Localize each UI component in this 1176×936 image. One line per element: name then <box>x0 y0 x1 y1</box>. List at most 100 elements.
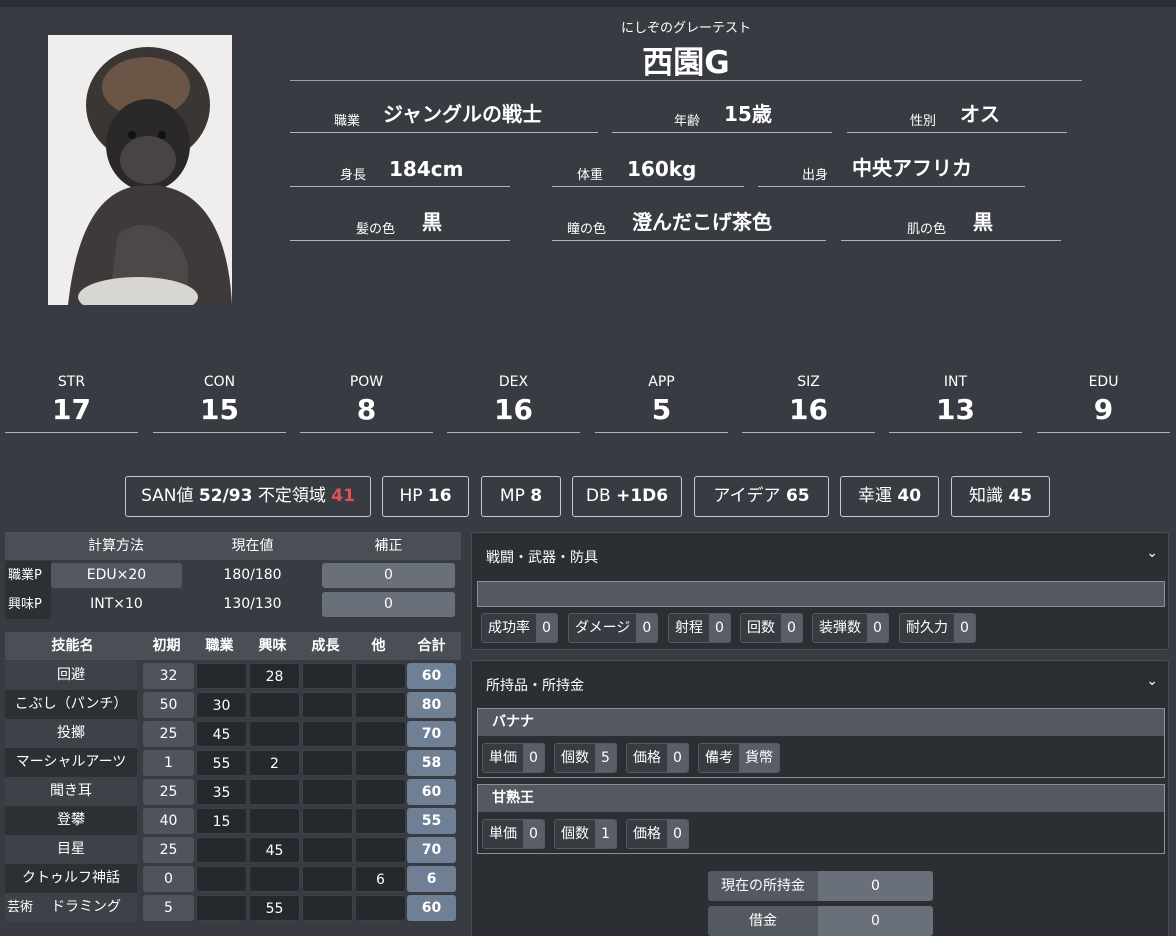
skill-growth-cell[interactable] <box>302 721 353 747</box>
debt: 借金 0 <box>708 906 933 936</box>
stat-siz: SIZ 16 <box>742 372 875 433</box>
chip-value[interactable]: 0 <box>523 744 544 772</box>
skill-row: 投擲 25 45 70 <box>5 719 461 748</box>
mod-input[interactable]: 0 <box>322 592 455 617</box>
chip-key: 耐久力 <box>900 614 954 642</box>
skill-hobby-cell[interactable] <box>249 808 300 834</box>
skill-other-cell[interactable] <box>355 692 406 718</box>
skill-growth-cell[interactable] <box>302 808 353 834</box>
field-eye-color: 瞳の色 澄んだこげ茶色 <box>552 203 826 241</box>
chip-value[interactable]: 0 <box>781 614 802 642</box>
character-portrait <box>48 35 232 305</box>
skill-total-cell: 58 <box>407 750 456 776</box>
skill-job-cell[interactable] <box>196 895 247 921</box>
skill-row: こぶし（パンチ） 50 30 80 <box>5 690 461 719</box>
mod-input[interactable]: 0 <box>322 563 455 588</box>
weapon-name-input[interactable] <box>477 581 1165 607</box>
header-skill-name: 技能名 <box>51 638 94 654</box>
skill-job-cell[interactable]: 30 <box>196 692 247 718</box>
field-value: ジャングルの戦士 <box>383 102 542 126</box>
chevron-down-icon[interactable]: ⌄ <box>1146 545 1158 561</box>
skill-hobby-cell[interactable]: 45 <box>249 837 300 863</box>
skill-hobby-cell[interactable] <box>249 866 300 892</box>
hp-badge: HP 16 <box>382 476 469 517</box>
skill-hobby-cell[interactable]: 28 <box>249 663 300 689</box>
skill-hobby-cell[interactable]: 2 <box>249 750 300 776</box>
skill-init-cell: 5 <box>143 895 194 921</box>
skill-total-cell: 60 <box>407 895 456 921</box>
chevron-down-icon[interactable]: ⌄ <box>1146 673 1158 689</box>
unstable-label: 不定領域 <box>257 486 326 506</box>
skills-header: 技能名 初期 職業 興味 成長 他 合計 <box>5 632 461 660</box>
field-value: 黒 <box>422 210 442 234</box>
chip-value[interactable]: 0 <box>523 820 544 848</box>
skill-other-cell[interactable] <box>355 750 406 776</box>
combat-panel: 戦闘・武器・防具 ⌄ 成功率 0 ダメージ 0 射程 0 回数 0 装弾数 0 耐久力 0 <box>471 532 1169 650</box>
skill-hobby-cell[interactable]: 55 <box>249 895 300 921</box>
skill-name: クトゥルフ神話 <box>5 864 137 893</box>
skill-hobby-cell[interactable] <box>249 692 300 718</box>
item-card: 甘熟王 単価 0 個数 1 価格 0 <box>477 784 1165 854</box>
skill-job-cell[interactable]: 55 <box>196 750 247 776</box>
interest-points-row: 興味P INT×10 130/130 0 <box>5 590 461 619</box>
idea-badge: アイデア 65 <box>694 476 829 517</box>
skill-name: こぶし（パンチ） <box>5 690 137 719</box>
chip-value[interactable]: 貨幣 <box>739 744 779 772</box>
chip-key: 個数 <box>555 820 595 848</box>
money-input[interactable]: 0 <box>818 871 933 901</box>
field-label: 性別 <box>910 114 937 129</box>
skill-job-cell[interactable] <box>196 663 247 689</box>
stat-value: 13 <box>936 393 975 426</box>
skill-job-cell[interactable]: 35 <box>196 779 247 805</box>
skill-name: 投擲 <box>5 719 137 748</box>
skill-other-cell[interactable] <box>355 895 406 921</box>
mp-badge: MP 8 <box>481 476 561 517</box>
chip-value[interactable]: 5 <box>595 744 616 772</box>
mp-label: MP <box>499 486 525 506</box>
skill-job-cell[interactable] <box>196 837 247 863</box>
combat-title: 戦闘・武器・防具 <box>486 550 598 566</box>
items-title: 所持品・所持金 <box>486 678 584 694</box>
field-label: 身長 <box>340 168 367 183</box>
debt-input[interactable]: 0 <box>818 906 933 936</box>
stat-pow: POW 8 <box>300 372 433 433</box>
skill-other-cell[interactable] <box>355 837 406 863</box>
item-name[interactable]: バナナ <box>478 709 1164 736</box>
skill-growth-cell[interactable] <box>302 895 353 921</box>
skill-growth-cell[interactable] <box>302 750 353 776</box>
skill-job-cell[interactable]: 15 <box>196 808 247 834</box>
skill-growth-cell[interactable] <box>302 779 353 805</box>
skill-job-cell[interactable]: 45 <box>196 721 247 747</box>
skill-hobby-cell[interactable] <box>249 779 300 805</box>
chip-value[interactable]: 0 <box>667 820 688 848</box>
chip-value[interactable]: 1 <box>595 820 616 848</box>
skill-job-cell[interactable] <box>196 866 247 892</box>
chip-value[interactable]: 0 <box>954 614 975 642</box>
skill-growth-cell[interactable] <box>302 866 353 892</box>
item-name[interactable]: 甘熟王 <box>478 785 1164 812</box>
chip-key: 価格 <box>627 744 667 772</box>
skill-growth-cell[interactable] <box>302 837 353 863</box>
stat-key: CON <box>203 374 236 390</box>
skill-growth-cell[interactable] <box>302 692 353 718</box>
skill-other-cell[interactable] <box>355 663 406 689</box>
skill-row: マーシャルアーツ 1 55 2 58 <box>5 748 461 777</box>
skill-other-cell[interactable] <box>355 779 406 805</box>
method-select[interactable]: EDU×20 <box>51 563 182 588</box>
skill-hobby-cell[interactable] <box>249 721 300 747</box>
chip-value[interactable]: 0 <box>536 614 557 642</box>
chip-value[interactable]: 0 <box>867 614 888 642</box>
chip-value[interactable]: 0 <box>667 744 688 772</box>
skill-other-cell[interactable]: 6 <box>355 866 406 892</box>
range-chip: 射程 0 <box>668 613 731 643</box>
skill-total-cell: 60 <box>407 663 456 689</box>
stat-edu: EDU 9 <box>1037 372 1170 433</box>
stat-value: 15 <box>200 393 239 426</box>
stat-key: INT <box>943 374 968 390</box>
skill-other-cell[interactable] <box>355 808 406 834</box>
chip-value[interactable]: 0 <box>636 614 658 642</box>
chip-value[interactable]: 0 <box>709 614 730 642</box>
skill-other-cell[interactable] <box>355 721 406 747</box>
current-money: 現在の所持金 0 <box>708 871 933 901</box>
skill-growth-cell[interactable] <box>302 663 353 689</box>
